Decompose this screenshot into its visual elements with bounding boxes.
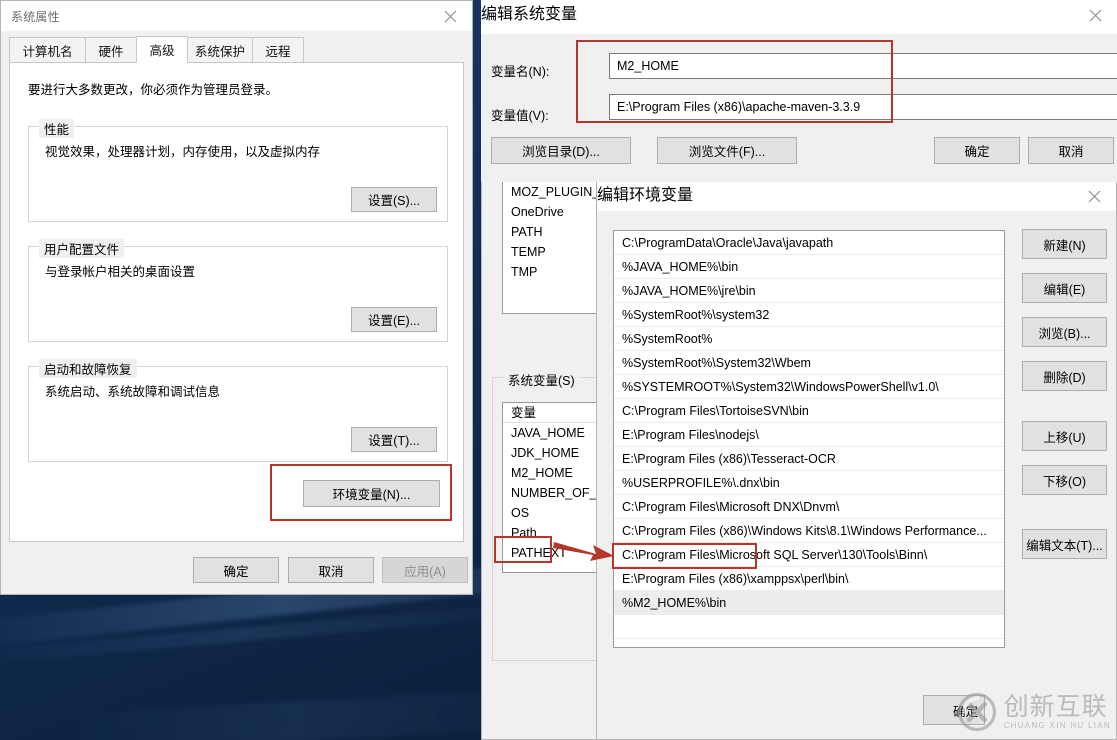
- path-entry[interactable]: E:\Program Files (x86)\xamppsx\perl\bin\: [614, 567, 1004, 591]
- system-properties-title: 系统属性: [11, 10, 60, 24]
- sysprops-ok-button[interactable]: 确定: [193, 557, 279, 583]
- close-icon[interactable]: [1072, 181, 1116, 211]
- system-properties-tabstrip: 计算机名 硬件 高级 系统保护 远程: [9, 36, 464, 63]
- path-entry[interactable]: %JAVA_HOME%\bin: [614, 255, 1004, 279]
- edit-sysvar-cancel-button[interactable]: 取消: [1028, 137, 1114, 164]
- environment-variables-button[interactable]: 环境变量(N)...: [303, 480, 440, 507]
- path-entry[interactable]: C:\Program Files (x86)\Windows Kits\8.1\…: [614, 519, 1004, 543]
- path-entry-m2-home[interactable]: %M2_HOME%\bin: [614, 591, 1004, 615]
- sysprops-apply-button: 应用(A): [382, 557, 468, 583]
- button-label: 新建(N): [1043, 238, 1086, 253]
- path-entry[interactable]: E:\Program Files (x86)\Tesseract-OCR: [614, 447, 1004, 471]
- button-label: 浏览目录(D)...: [522, 145, 600, 159]
- performance-group-text: 视觉效果，处理器计划，内存使用，以及虚拟内存: [45, 145, 321, 159]
- browse-path-button[interactable]: 浏览(B)...: [1022, 317, 1107, 347]
- button-label: 确定: [964, 145, 990, 159]
- tab-label: 计算机名: [22, 44, 73, 59]
- performance-group-title: 性能: [39, 119, 75, 138]
- button-label: 设置(T)...: [368, 434, 420, 448]
- edit-env-ok-button[interactable]: 确定: [923, 695, 985, 725]
- system-properties-titlebar: 系统属性: [1, 1, 472, 31]
- button-label: 环境变量(N)...: [332, 488, 411, 502]
- path-entry[interactable]: %SystemRoot%: [614, 327, 1004, 351]
- button-label: 取消: [318, 564, 344, 579]
- close-icon[interactable]: [428, 1, 472, 31]
- tab-hardware[interactable]: 硬件: [85, 37, 137, 63]
- edit-system-variable-titlebar: 编辑系统变量: [481, 0, 1117, 34]
- new-path-button[interactable]: 新建(N): [1022, 229, 1107, 259]
- variable-value-label: 变量值(V):: [491, 109, 549, 123]
- path-entry[interactable]: %SystemRoot%\system32: [614, 303, 1004, 327]
- tab-advanced[interactable]: 高级: [136, 36, 188, 63]
- sysprops-cancel-button[interactable]: 取消: [288, 557, 374, 583]
- path-entry[interactable]: %USERPROFILE%\.dnx\bin: [614, 471, 1004, 495]
- close-icon[interactable]: [1073, 0, 1117, 30]
- path-entry[interactable]: C:\Program Files\TortoiseSVN\bin: [614, 399, 1004, 423]
- path-entry[interactable]: C:\Program Files\Microsoft DNX\Dnvm\: [614, 495, 1004, 519]
- tab-label: 硬件: [98, 44, 124, 59]
- delete-path-button[interactable]: 删除(D): [1022, 361, 1107, 391]
- user-profiles-settings-button[interactable]: 设置(E)...: [351, 307, 437, 332]
- edit-env-title: 编辑环境变量: [597, 187, 694, 204]
- user-profiles-group-title: 用户配置文件: [39, 239, 125, 258]
- tab-label: 高级: [149, 44, 175, 58]
- startup-recovery-settings-button[interactable]: 设置(T)...: [351, 427, 437, 452]
- tab-remote[interactable]: 远程: [252, 37, 304, 63]
- startup-recovery-group-text: 系统启动、系统故障和调试信息: [45, 385, 221, 399]
- path-entry[interactable]: %JAVA_HOME%\jre\bin: [614, 279, 1004, 303]
- path-entry[interactable]: %SystemRoot%\System32\Wbem: [614, 351, 1004, 375]
- screen: 系统属性 计算机名 硬件 高级 系统保护 远程 要进行大多数更改，你必须作为管理…: [0, 0, 1117, 740]
- edit-env-titlebar: 编辑环境变量: [597, 181, 1116, 211]
- button-label: 上移(U): [1043, 430, 1086, 445]
- button-label: 设置(E)...: [367, 314, 421, 328]
- performance-group: 性能 视觉效果，处理器计划，内存使用，以及虚拟内存 设置(S)...: [28, 119, 448, 222]
- browse-file-button[interactable]: 浏览文件(F)...: [657, 137, 797, 164]
- button-label: 应用(A): [404, 564, 446, 579]
- variable-value-value: E:\Program Files (x86)\apache-maven-3.3.…: [617, 100, 861, 114]
- path-entry[interactable]: E:\Program Files\nodejs\: [614, 423, 1004, 447]
- variable-name-input[interactable]: M2_HOME: [609, 53, 1117, 79]
- button-label: 设置(S)...: [367, 194, 421, 208]
- tab-label: 系统保护: [194, 44, 245, 59]
- edit-environment-variable-window: 编辑环境变量 C:\ProgramData\Oracle\Java\javapa…: [596, 180, 1117, 740]
- user-profiles-group: 用户配置文件 与登录帐户相关的桌面设置 设置(E)...: [28, 239, 448, 342]
- performance-settings-button[interactable]: 设置(S)...: [351, 187, 437, 212]
- advanced-tab-panel: 要进行大多数更改，你必须作为管理员登录。 性能 视觉效果，处理器计划，内存使用，…: [9, 62, 464, 542]
- variable-value-input[interactable]: E:\Program Files (x86)\apache-maven-3.3.…: [609, 94, 1117, 120]
- edit-sysvar-ok-button[interactable]: 确定: [934, 137, 1020, 164]
- variable-name-value: M2_HOME: [617, 59, 679, 73]
- startup-recovery-group-title: 启动和故障恢复: [39, 359, 137, 378]
- path-entry[interactable]: C:\Program Files\Microsoft SQL Server\13…: [614, 543, 1004, 567]
- button-label: 浏览文件(F)...: [688, 145, 766, 159]
- button-label: 编辑(E): [1043, 282, 1086, 297]
- path-entry[interactable]: [614, 639, 1004, 647]
- button-label: 删除(D): [1043, 370, 1086, 385]
- move-down-button[interactable]: 下移(O): [1022, 465, 1107, 495]
- path-entry[interactable]: C:\ProgramData\Oracle\Java\javapath: [614, 231, 1004, 255]
- edit-system-variable-title: 编辑系统变量: [481, 6, 578, 23]
- tab-system-protection[interactable]: 系统保护: [187, 37, 253, 63]
- user-profiles-group-text: 与登录帐户相关的桌面设置: [45, 265, 196, 279]
- path-entries-list[interactable]: C:\ProgramData\Oracle\Java\javapath %JAV…: [613, 230, 1005, 648]
- path-entry[interactable]: %SYSTEMROOT%\System32\WindowsPowerShell\…: [614, 375, 1004, 399]
- system-properties-window: 系统属性 计算机名 硬件 高级 系统保护 远程 要进行大多数更改，你必须作为管理…: [0, 0, 473, 595]
- system-variables-label: 系统变量(S): [503, 370, 580, 389]
- edit-system-variable-window: 编辑系统变量 变量名(N): M2_HOME 变量值(V): E:\Progra…: [481, 0, 1117, 182]
- tab-label: 远程: [265, 44, 291, 59]
- move-up-button[interactable]: 上移(U): [1022, 421, 1107, 451]
- edit-path-button[interactable]: 编辑(E): [1022, 273, 1107, 303]
- button-label: 下移(O): [1042, 474, 1087, 489]
- button-label: 编辑文本(T)...: [1026, 538, 1103, 553]
- browse-directory-button[interactable]: 浏览目录(D)...: [491, 137, 631, 164]
- startup-recovery-group: 启动和故障恢复 系统启动、系统故障和调试信息 设置(T)...: [28, 359, 448, 462]
- path-entry[interactable]: [614, 615, 1004, 639]
- button-label: 确定: [223, 564, 249, 579]
- tab-computer-name[interactable]: 计算机名: [9, 37, 86, 63]
- variable-name-label: 变量名(N):: [491, 65, 550, 79]
- button-label: 浏览(B)...: [1038, 326, 1091, 341]
- edit-text-button[interactable]: 编辑文本(T)...: [1022, 529, 1107, 559]
- button-label: 取消: [1058, 145, 1084, 159]
- button-label: 确定: [952, 704, 978, 719]
- admin-note: 要进行大多数更改，你必须作为管理员登录。: [28, 83, 279, 97]
